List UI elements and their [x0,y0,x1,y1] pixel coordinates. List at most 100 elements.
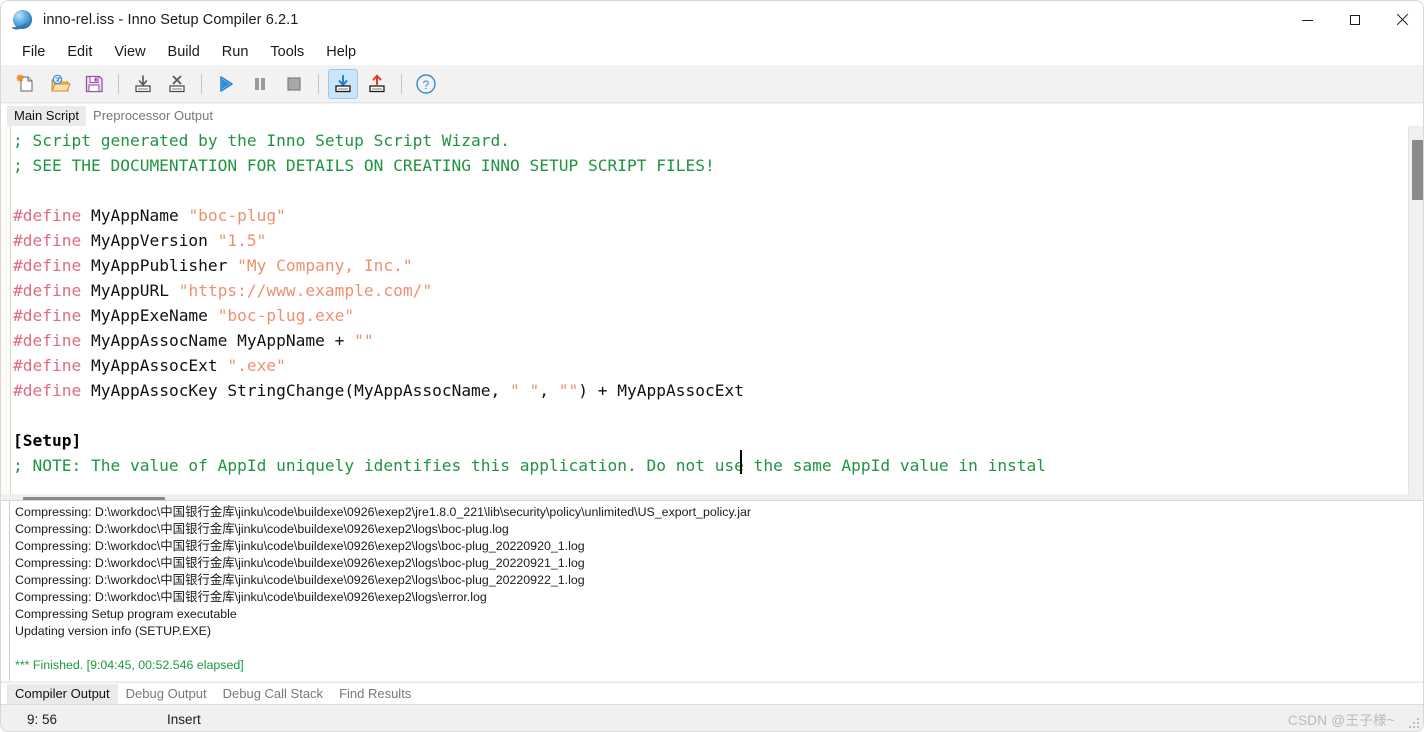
output-line: Compressing: D:\workdoc\中国银行金库\jinku\cod… [15,556,585,570]
output-tab-bar: Compiler Output Debug Output Debug Call … [1,682,1423,704]
run-icon [220,75,233,92]
toolbar-separator [318,73,319,94]
output-line: Compressing: D:\workdoc\中国银行金库\jinku\cod… [15,573,585,587]
code-line-define-3-str: "My Company, Inc." [237,256,413,275]
menu-item-help[interactable]: Help [315,41,367,63]
code-line-define-6-name: MyAppAssocName MyAppName + [81,331,355,350]
code-editor[interactable]: ; Script generated by the Inno Setup Scr… [1,126,1423,494]
toolbar-separator [201,73,202,94]
toolbar-separator [401,73,402,94]
publish-button[interactable] [362,69,392,99]
title-bar: inno-rel.iss - Inno Setup Compiler 6.2.1 [1,1,1423,39]
tab-preprocessor-output[interactable]: Preprocessor Output [86,106,220,126]
code-line-comment-1: ; Script generated by the Inno Setup Scr… [13,131,511,150]
resize-grip-icon[interactable] [1409,718,1420,729]
code-line-define-3-name: MyAppPublisher [81,256,238,275]
code-line-define-2-kw: #define [13,231,82,250]
code-line-define-7-kw: #define [13,356,82,375]
help-button[interactable]: ? [411,69,441,99]
code-line-define-7-name: MyAppAssocExt [81,356,228,375]
toolbar-separator [118,73,119,94]
window-controls [1284,1,1423,39]
editor-tab-bar: Main Script Preprocessor Output [1,104,1423,126]
menu-item-edit[interactable]: Edit [56,41,103,63]
output-gutter [1,501,10,681]
inno-setup-globe-icon [9,9,34,31]
code-line-define-8-name: MyAppAssocKey StringChange(MyAppAssocNam… [81,381,511,400]
pause-button[interactable] [245,69,275,99]
output-line-finished: *** Finished. [9:04:45, 00:52.546 elapse… [15,658,244,672]
code-line-define-1-kw: #define [13,206,82,225]
output-line: Updating version info (SETUP.EXE) [15,624,212,638]
editor-gutter [1,126,11,494]
menu-item-view[interactable]: View [103,41,156,63]
code-line-define-7-str: ".exe" [227,356,286,375]
code-line-define-4-name: MyAppURL [81,281,179,300]
status-bar: 9: 56 Insert CSDN @王子様~ [1,704,1423,731]
print-icon [135,74,151,92]
new-file-button[interactable] [11,69,41,99]
output-lines: Compressing: D:\workdoc\中国银行金库\jinku\cod… [15,504,1423,674]
code-line-define-8-tail: ) + MyAppAssocExt [578,381,744,400]
output-line: Compressing: D:\workdoc\中国银行金库\jinku\cod… [15,505,751,519]
tab-debug-output[interactable]: Debug Output [118,684,215,704]
delete-line-button[interactable] [162,69,192,99]
upload-icon [369,73,385,92]
code-line-define-1-str: "boc-plug" [188,206,286,225]
code-line-define-6-kw: #define [13,331,82,350]
run-button[interactable] [211,69,241,99]
code-line-define-4-str: "https://www.example.com/" [178,281,433,300]
menu-bar: File Edit View Build Run Tools Help [1,39,1423,65]
stop-icon [287,76,301,91]
code-line-define-3-kw: #define [13,256,82,275]
code-line-define-2-str: "1.5" [217,231,267,250]
output-blank-line [15,640,1423,657]
editor-vertical-scroll-thumb[interactable] [1412,140,1423,200]
code-text[interactable]: ; Script generated by the Inno Setup Scr… [13,126,1399,494]
pause-icon [255,77,265,90]
close-button[interactable] [1378,1,1423,39]
tab-find-results[interactable]: Find Results [331,684,419,704]
minimize-button[interactable] [1284,1,1331,39]
editor-vertical-scrollbar[interactable] [1408,126,1423,494]
menu-item-file[interactable]: File [11,41,56,63]
save-file-icon [85,75,103,92]
code-line-comment-3: ; NOTE: The value of AppId uniquely iden… [13,456,1047,475]
menu-item-run[interactable]: Run [211,41,260,63]
menu-item-build[interactable]: Build [157,41,211,63]
open-file-icon [51,74,71,91]
code-line-define-8-mid: , [539,381,559,400]
menu-item-tools[interactable]: Tools [259,41,315,63]
open-file-button[interactable] [45,69,75,99]
maximize-button[interactable] [1331,1,1378,39]
output-line: Compressing: D:\workdoc\中国银行金库\jinku\cod… [15,539,585,553]
toolbar: ? [1,65,1423,103]
text-caret [740,450,742,474]
save-file-button[interactable] [79,69,109,99]
code-line-define-5-str: "boc-plug.exe" [217,306,355,325]
maximize-icon [1349,15,1360,25]
code-line-define-6-str: "" [354,331,374,350]
tab-compiler-output[interactable]: Compiler Output [7,683,118,704]
delete-line-icon [169,75,185,92]
code-line-define-4-kw: #define [13,281,82,300]
code-line-define-8-s2: "" [558,381,579,400]
code-line-section-setup: [Setup] [13,431,82,450]
stop-button[interactable] [279,69,309,99]
code-line-define-5-kw: #define [13,306,82,325]
output-line: Compressing: D:\workdoc\中国银行金库\jinku\cod… [15,522,509,536]
tab-debug-call-stack[interactable]: Debug Call Stack [215,684,331,704]
tab-main-script[interactable]: Main Script [7,106,87,126]
help-icon: ? [416,73,436,94]
compile-button[interactable] [328,68,358,99]
cursor-position: 9: 56 [27,711,58,727]
output-line: Compressing Setup program executable [15,607,237,621]
svg-text:?: ? [423,78,430,92]
compiler-output-pane[interactable]: Compressing: D:\workdoc\中国银行金库\jinku\cod… [1,500,1423,681]
output-line: Compressing: D:\workdoc\中国银行金库\jinku\cod… [15,590,487,604]
compile-icon [335,74,351,92]
insert-mode: Insert [167,711,201,727]
inno-setup-compiler-window: inno-rel.iss - Inno Setup Compiler 6.2.1… [0,0,1424,732]
code-line-define-8-kw: #define [13,381,82,400]
print-button[interactable] [128,69,158,99]
